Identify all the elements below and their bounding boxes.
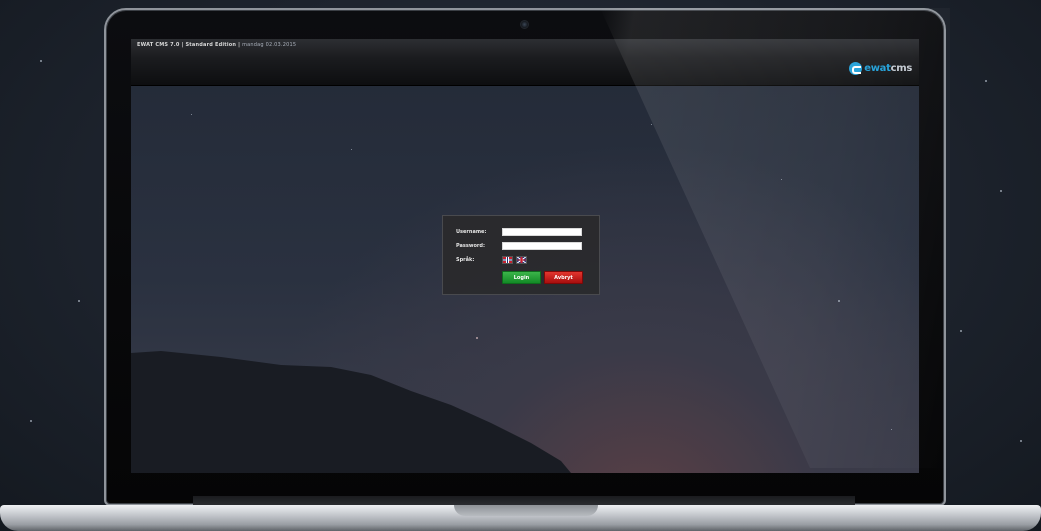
background-star bbox=[30, 420, 32, 422]
mountain-silhouette bbox=[131, 351, 571, 473]
cancel-button[interactable]: Avbryt bbox=[544, 271, 583, 284]
language-label: Språk: bbox=[456, 257, 475, 263]
header-date: mandag 02.03.2015 bbox=[242, 42, 297, 48]
password-input[interactable] bbox=[502, 242, 582, 250]
sky-star bbox=[838, 300, 840, 302]
sky-star bbox=[191, 114, 192, 115]
ewat-logo[interactable]: ewatcms bbox=[849, 61, 912, 75]
background-star bbox=[78, 300, 80, 302]
british-flag-icon[interactable] bbox=[516, 256, 527, 264]
background-star bbox=[40, 60, 42, 62]
laptop-screen: EWAT CMS 7.0 | Standard Edition | mandag… bbox=[131, 39, 919, 473]
background-star bbox=[985, 80, 987, 82]
header-title-bar: EWAT CMS 7.0 | Standard Edition | mandag… bbox=[137, 42, 296, 48]
login-button[interactable]: Login bbox=[502, 271, 541, 284]
background-star bbox=[1000, 190, 1002, 192]
password-label: Password: bbox=[456, 243, 485, 249]
background-star bbox=[960, 330, 962, 332]
sky-star bbox=[476, 337, 478, 339]
background-star bbox=[1020, 440, 1022, 442]
password-row: Password: bbox=[456, 242, 582, 250]
app-title: EWAT CMS 7.0 | Standard Edition | bbox=[137, 42, 241, 48]
webcam-icon bbox=[520, 20, 529, 29]
language-row: Språk: bbox=[456, 256, 530, 264]
laptop-notch bbox=[454, 505, 598, 516]
sky-star bbox=[651, 124, 652, 125]
ewat-logo-icon bbox=[849, 61, 863, 75]
username-label: Username: bbox=[456, 229, 487, 235]
ewat-logo-text: ewatcms bbox=[864, 62, 912, 74]
username-input[interactable] bbox=[502, 228, 582, 236]
sky-star bbox=[781, 179, 782, 180]
cms-header: EWAT CMS 7.0 | Standard Edition | mandag… bbox=[131, 39, 919, 86]
username-row: Username: bbox=[456, 228, 582, 236]
desktop-background: EWAT CMS 7.0 | Standard Edition | mandag… bbox=[0, 0, 1041, 531]
sky-star bbox=[351, 149, 352, 150]
login-dialog: Username: Password: Språk: Login Avbryt bbox=[442, 215, 600, 295]
norwegian-flag-icon[interactable] bbox=[502, 256, 513, 264]
